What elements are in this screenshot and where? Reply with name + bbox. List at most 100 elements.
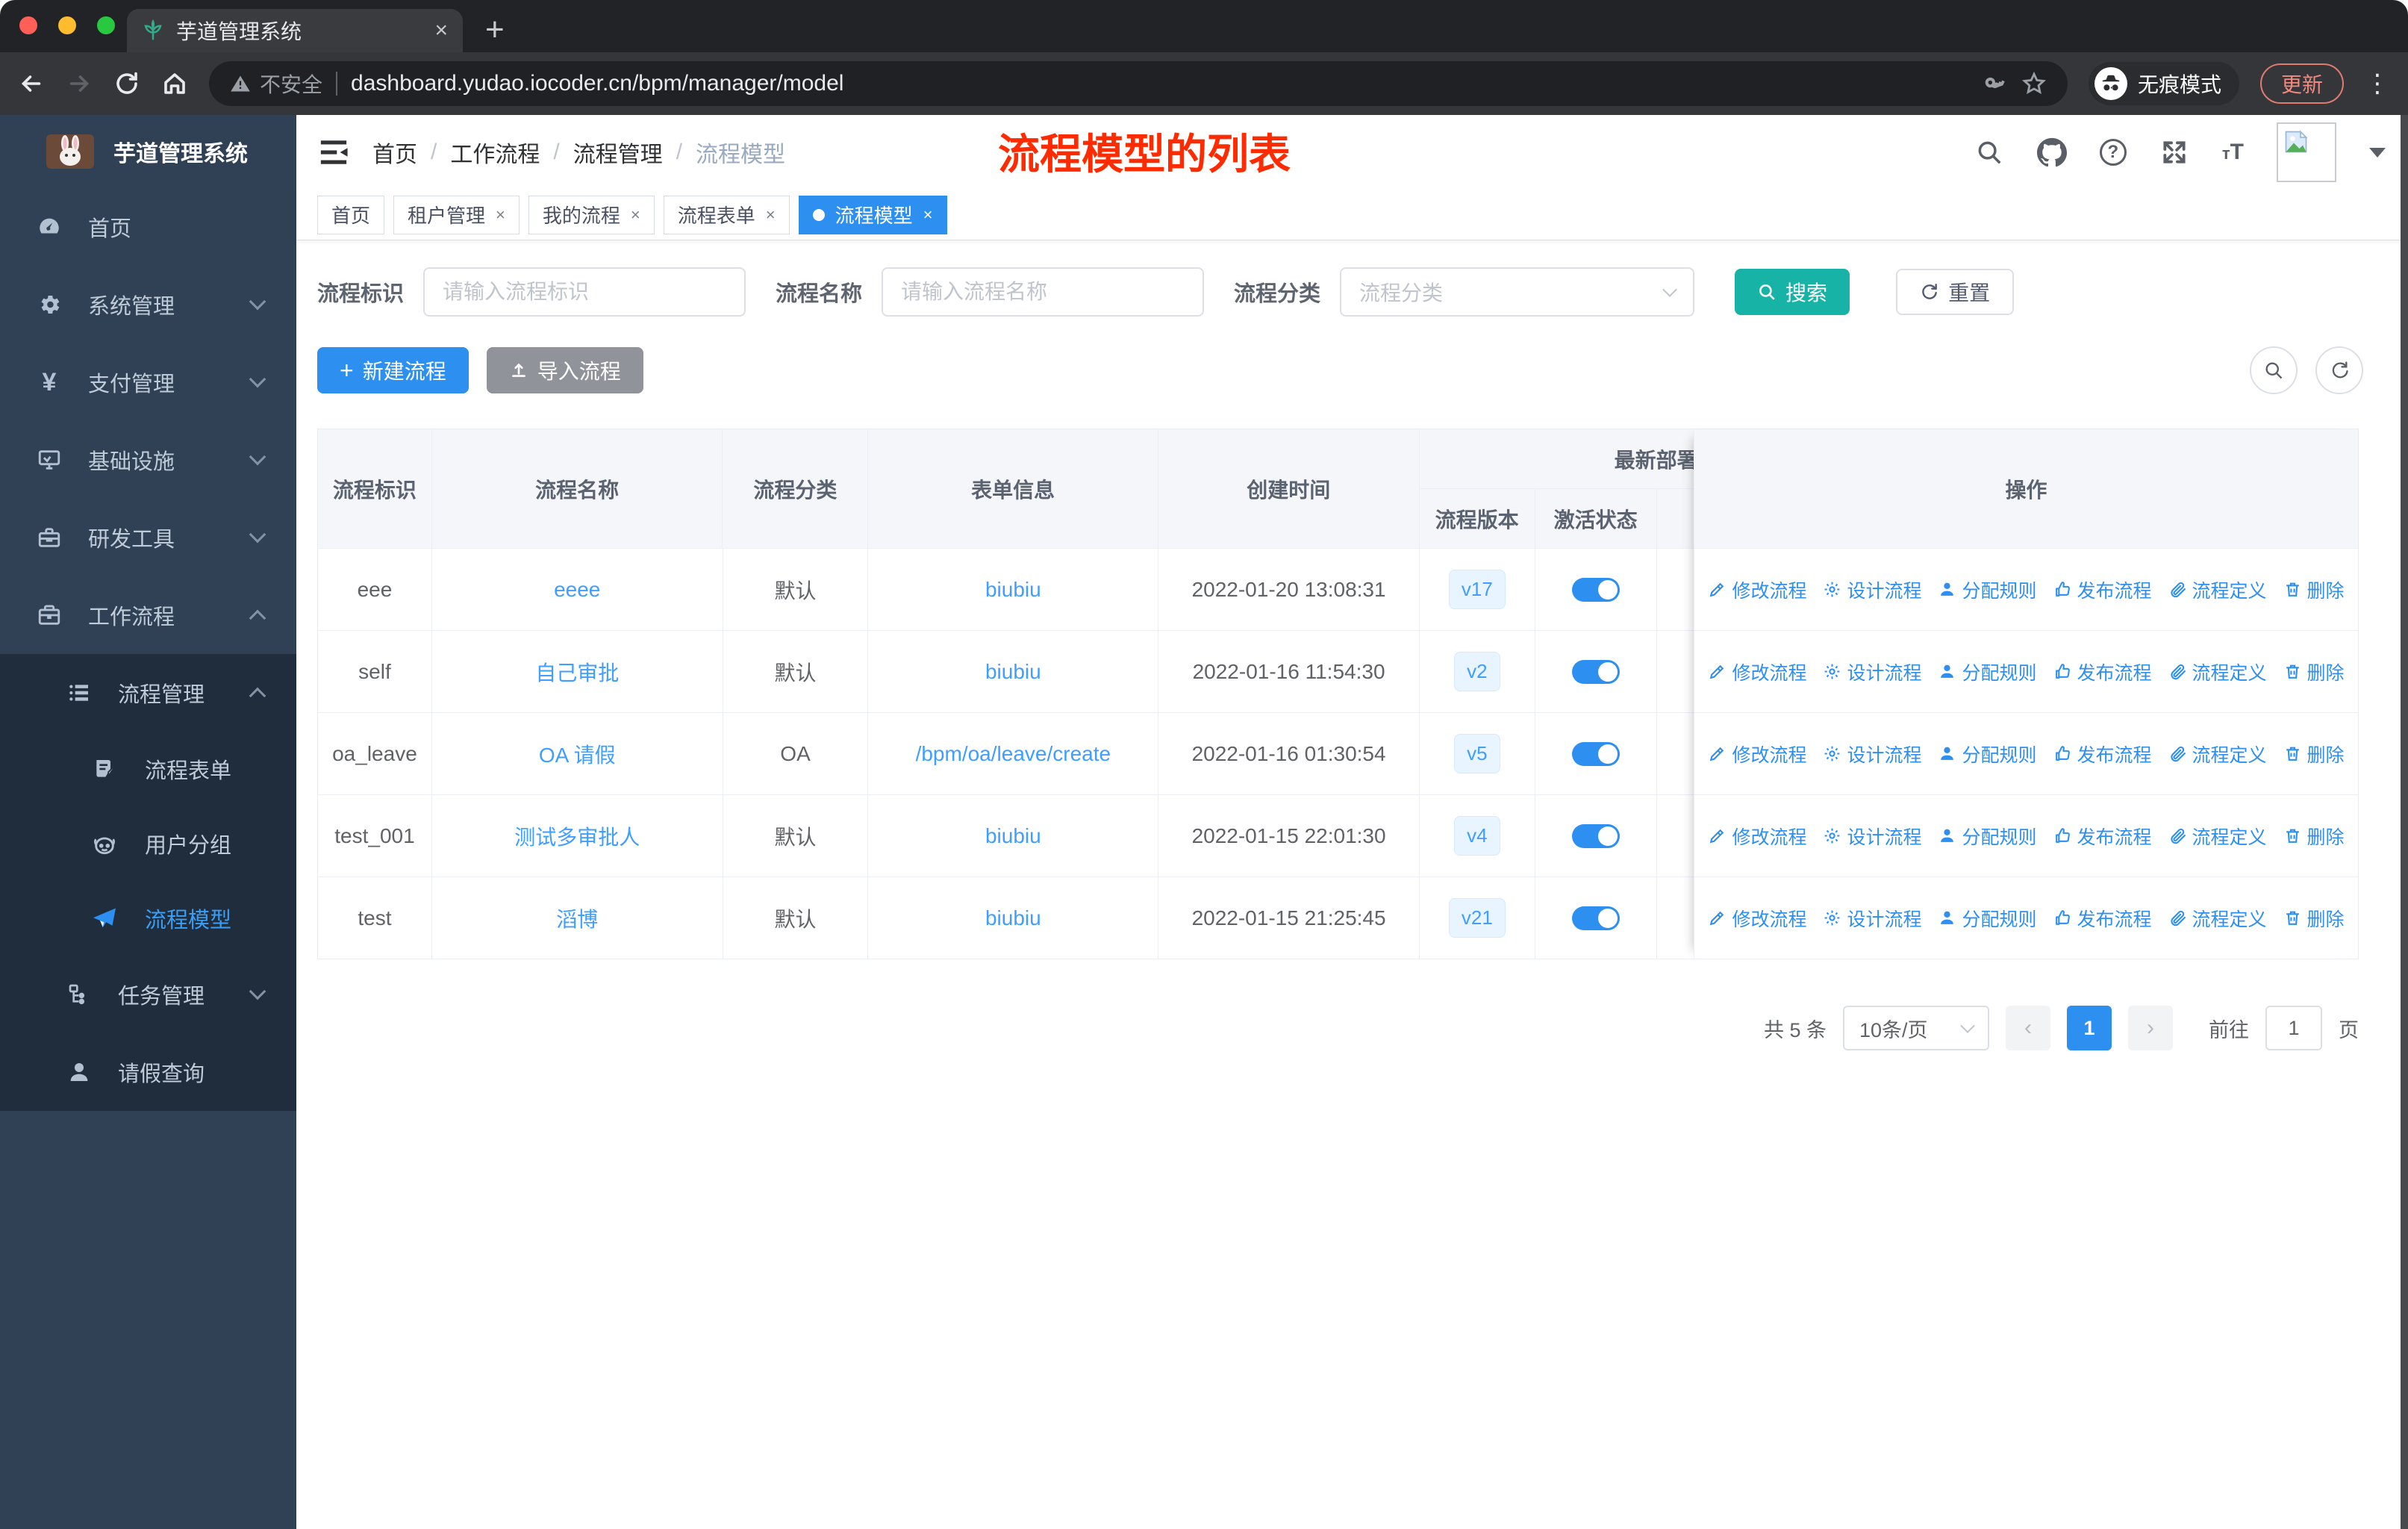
delete-link[interactable]: 删除 (2283, 823, 2345, 850)
process-name-input[interactable] (882, 267, 1205, 317)
process-definition-link[interactable]: 流程定义 (2168, 576, 2267, 603)
current-page-button[interactable]: 1 (2067, 1006, 2112, 1050)
design-process-link[interactable]: 设计流程 (1823, 576, 1921, 603)
form-info-link[interactable]: biubiu (985, 824, 1041, 848)
assign-rule-link[interactable]: 分配规则 (1938, 823, 2037, 850)
toggle-search-button[interactable] (2250, 346, 2298, 394)
fullscreen-icon[interactable] (2159, 137, 2189, 167)
github-icon[interactable] (2036, 137, 2067, 167)
window-zoom-button[interactable] (97, 16, 115, 34)
new-tab-button[interactable]: + (485, 13, 505, 46)
modify-process-link[interactable]: 修改流程 (1708, 823, 1806, 850)
sidebar-item-user-group[interactable]: 用户分组 (0, 806, 296, 881)
sidebar-item-home[interactable]: 首页 (0, 188, 296, 266)
goto-page-input[interactable] (2265, 1006, 2322, 1050)
browser-update-button[interactable]: 更新 (2259, 63, 2344, 104)
window-minimize-button[interactable] (58, 16, 76, 34)
process-name-link[interactable]: 自己审批 (535, 657, 619, 687)
url-bar[interactable]: 不安全 dashboard.yudao.iocoder.cn/bpm/manag… (209, 61, 2068, 106)
assign-rule-link[interactable]: 分配规则 (1938, 741, 2037, 767)
design-process-link[interactable]: 设计流程 (1823, 741, 1921, 767)
sidebar-item-process-form[interactable]: 流程表单 (0, 732, 296, 806)
window-scrollbar-strip[interactable] (2401, 115, 2408, 1529)
prev-page-button[interactable]: ‹ (2006, 1006, 2050, 1050)
process-definition-link[interactable]: 流程定义 (2168, 905, 2267, 932)
publish-process-link[interactable]: 发布流程 (2053, 576, 2152, 603)
sidebar-item-process-model[interactable]: 流程模型 (0, 881, 296, 956)
process-name-link[interactable]: eeee (554, 578, 600, 602)
process-name-link[interactable]: 测试多审批人 (514, 821, 640, 851)
bookmark-star-icon[interactable] (2021, 71, 2047, 96)
modify-process-link[interactable]: 修改流程 (1708, 905, 1806, 932)
category-select[interactable]: 流程分类 (1340, 267, 1695, 317)
publish-process-link[interactable]: 发布流程 (2053, 905, 2152, 932)
tag-process-form[interactable]: 流程表单 × (663, 195, 790, 234)
process-name-link[interactable]: OA 请假 (539, 739, 616, 769)
design-process-link[interactable]: 设计流程 (1823, 823, 1921, 850)
help-icon[interactable]: ? (2099, 139, 2127, 166)
form-info-link[interactable]: biubiu (985, 578, 1041, 602)
sidebar-item-payment[interactable]: ¥ 支付管理 (0, 343, 296, 421)
next-page-button[interactable]: › (2128, 1006, 2173, 1050)
tag-close-icon[interactable]: × (631, 205, 640, 225)
key-icon[interactable] (1984, 72, 2008, 96)
breadcrumb-workflow[interactable]: 工作流程 (450, 136, 540, 169)
modify-process-link[interactable]: 修改流程 (1708, 658, 1806, 685)
page-size-select[interactable]: 10条/页 (1843, 1006, 1989, 1050)
reset-button[interactable]: 重置 (1896, 269, 2015, 315)
modify-process-link[interactable]: 修改流程 (1708, 741, 1806, 767)
design-process-link[interactable]: 设计流程 (1823, 905, 1921, 932)
form-info-link[interactable]: biubiu (985, 906, 1041, 930)
active-toggle[interactable] (1571, 577, 1620, 602)
active-toggle[interactable] (1571, 741, 1620, 766)
assign-rule-link[interactable]: 分配规则 (1938, 658, 2037, 685)
active-toggle[interactable] (1571, 906, 1620, 930)
delete-link[interactable]: 删除 (2283, 741, 2345, 767)
tag-my-process[interactable]: 我的流程 × (528, 195, 655, 234)
import-process-button[interactable]: 导入流程 (486, 347, 643, 393)
publish-process-link[interactable]: 发布流程 (2053, 658, 2152, 685)
modify-process-link[interactable]: 修改流程 (1708, 576, 1806, 603)
sidebar-logo[interactable]: 芋道管理系统 (0, 115, 296, 188)
search-icon[interactable] (1974, 137, 2004, 167)
form-info-link[interactable]: biubiu (985, 660, 1041, 684)
security-warning-icon[interactable]: 不安全 (230, 69, 322, 99)
create-process-button[interactable]: + 新建流程 (317, 347, 469, 393)
search-button[interactable]: 搜索 (1735, 269, 1850, 315)
sidebar-item-system[interactable]: 系统管理 (0, 266, 296, 343)
process-definition-link[interactable]: 流程定义 (2168, 658, 2267, 685)
process-definition-link[interactable]: 流程定义 (2168, 823, 2267, 850)
tag-close-icon[interactable]: × (496, 205, 505, 225)
tag-close-icon[interactable]: × (923, 205, 933, 225)
publish-process-link[interactable]: 发布流程 (2053, 823, 2152, 850)
sidebar-item-devtools[interactable]: 研发工具 (0, 499, 296, 576)
active-toggle[interactable] (1571, 823, 1620, 848)
sidebar-item-infra[interactable]: 基础设施 (0, 421, 296, 499)
design-process-link[interactable]: 设计流程 (1823, 658, 1921, 685)
tab-close-icon[interactable]: × (434, 19, 448, 42)
home-icon[interactable] (161, 70, 188, 97)
tag-process-model[interactable]: 流程模型 × (798, 195, 947, 234)
font-size-icon[interactable]: тT (2222, 140, 2244, 165)
process-name-link[interactable]: 滔博 (556, 903, 598, 933)
avatar-caret-icon[interactable] (2369, 147, 2386, 158)
window-close-button[interactable] (19, 16, 37, 34)
process-definition-link[interactable]: 流程定义 (2168, 741, 2267, 767)
reload-icon[interactable] (113, 70, 140, 97)
tag-tenant[interactable]: 租户管理 × (393, 195, 520, 234)
delete-link[interactable]: 删除 (2283, 658, 2345, 685)
tag-home[interactable]: 首页 (317, 195, 385, 234)
breadcrumb-home[interactable]: 首页 (372, 136, 417, 169)
browser-tab[interactable]: 芋道管理系统 × (127, 9, 463, 52)
sidebar-collapse-icon[interactable] (319, 137, 349, 167)
browser-menu-icon[interactable]: ⋮ (2365, 69, 2390, 99)
tag-close-icon[interactable]: × (766, 205, 776, 225)
delete-link[interactable]: 删除 (2283, 905, 2345, 932)
assign-rule-link[interactable]: 分配规则 (1938, 905, 2037, 932)
process-key-input[interactable] (423, 267, 746, 317)
avatar[interactable] (2277, 122, 2336, 182)
sidebar-item-workflow[interactable]: 工作流程 (0, 576, 296, 654)
sidebar-item-process-mgmt[interactable]: 流程管理 (0, 654, 296, 732)
forward-icon[interactable] (66, 70, 93, 97)
active-toggle[interactable] (1571, 659, 1620, 684)
